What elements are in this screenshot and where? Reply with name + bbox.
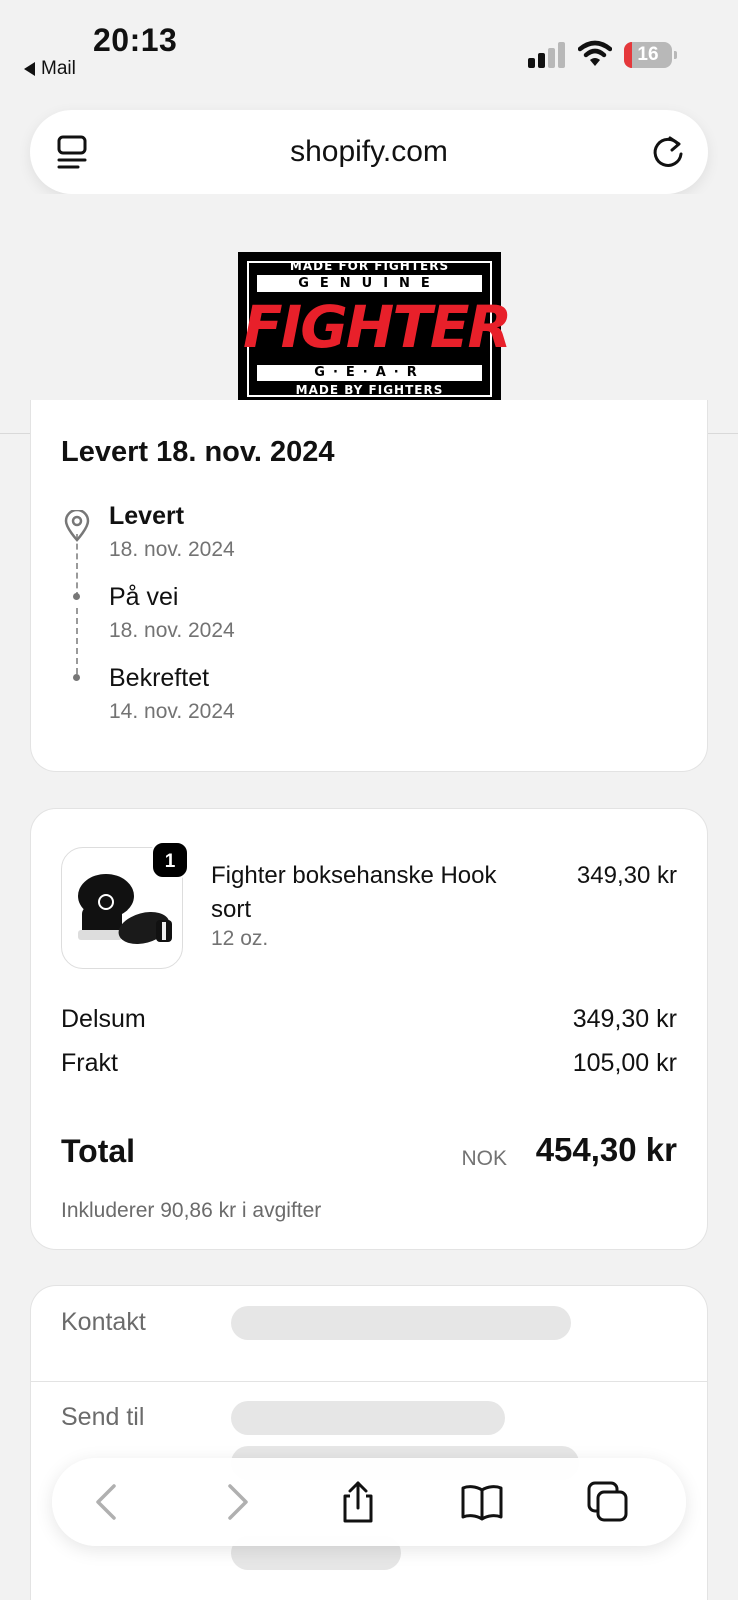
timeline-step-date: 18. nov. 2024 xyxy=(109,538,235,561)
contact-placeholder xyxy=(231,1306,571,1340)
reload-icon[interactable] xyxy=(650,134,686,170)
logo-text-genuine: GENUINE xyxy=(257,275,482,292)
logo-text-gear: G·E·A·R xyxy=(257,365,482,381)
order-summary-card: 1 Fighter boksehanske Hook sort 12 oz. 3… xyxy=(30,808,708,1250)
timeline-dot xyxy=(73,674,80,681)
battery-indicator: 16 xyxy=(624,42,677,68)
logo-text-bottom: MADE BY FIGHTERS xyxy=(295,383,444,397)
back-to-mail-label: Mail xyxy=(41,58,76,79)
delivery-title: Levert 18. nov. 2024 xyxy=(61,436,335,468)
logo-text-fighter: FIGHTER xyxy=(243,293,512,361)
contact-label: Kontakt xyxy=(61,1308,146,1336)
status-bar: 20:13 Mail 16 xyxy=(0,0,738,95)
share-icon[interactable] xyxy=(336,1480,380,1524)
battery-level: 16 xyxy=(637,44,659,65)
delivery-status-card: Levert 18. nov. 2024 Levert 18. nov. 202… xyxy=(30,400,708,772)
cellular-signal-icon xyxy=(528,42,565,68)
tax-note: Inkluderer 90,86 kr i avgifter xyxy=(61,1199,322,1222)
url-text[interactable]: shopify.com xyxy=(30,110,708,194)
back-to-mail-link[interactable]: Mail xyxy=(24,58,76,80)
total-value: 454,30 kr xyxy=(535,1131,677,1168)
total-currency: NOK xyxy=(461,1147,507,1170)
timeline-step-label: Bekreftet xyxy=(109,664,210,692)
product-price: 349,30 kr xyxy=(576,862,677,889)
logo-text-top: MADE FOR FIGHTERS xyxy=(289,259,450,273)
timeline-step-label: Levert xyxy=(109,502,185,530)
timeline-step-date: 14. nov. 2024 xyxy=(109,700,235,723)
bookmarks-icon[interactable] xyxy=(460,1480,504,1524)
back-chevron-icon[interactable] xyxy=(86,1480,130,1524)
location-pin-icon xyxy=(64,510,90,542)
store-header: MADE FOR FIGHTERS GENUINE FIGHTER G·E·A·… xyxy=(0,194,738,434)
timeline-step-date: 18. nov. 2024 xyxy=(109,619,235,642)
total-label: Total xyxy=(61,1133,136,1169)
wifi-icon xyxy=(578,40,612,66)
section-divider xyxy=(31,1381,707,1382)
forward-chevron-icon[interactable] xyxy=(214,1480,258,1524)
back-triangle-icon xyxy=(24,62,35,76)
product-variant: 12 oz. xyxy=(211,927,269,950)
ship-to-placeholder xyxy=(231,1401,505,1435)
quantity-badge: 1 xyxy=(151,841,189,879)
subtotal-label: Delsum xyxy=(61,1005,146,1033)
product-name[interactable]: Fighter boksehanske Hook sort xyxy=(211,859,541,927)
shipping-label: Frakt xyxy=(61,1049,118,1077)
ship-to-label: Send til xyxy=(61,1403,145,1431)
timeline-connector xyxy=(76,534,78,598)
timeline-step-label: På vei xyxy=(109,583,179,611)
customer-info-card: Kontakt Send til xyxy=(30,1285,708,1600)
subtotal-value: 349,30 kr xyxy=(572,1005,677,1033)
tabs-icon[interactable] xyxy=(586,1480,630,1524)
timeline-dot xyxy=(73,593,80,600)
shipping-value: 105,00 kr xyxy=(572,1049,677,1077)
fighter-gear-logo[interactable]: MADE FOR FIGHTERS GENUINE FIGHTER G·E·A·… xyxy=(238,252,512,406)
browser-toolbar xyxy=(52,1458,686,1546)
address-bar[interactable]: shopify.com xyxy=(30,110,708,194)
timeline-connector xyxy=(76,608,78,674)
status-time: 20:13 xyxy=(93,22,178,58)
